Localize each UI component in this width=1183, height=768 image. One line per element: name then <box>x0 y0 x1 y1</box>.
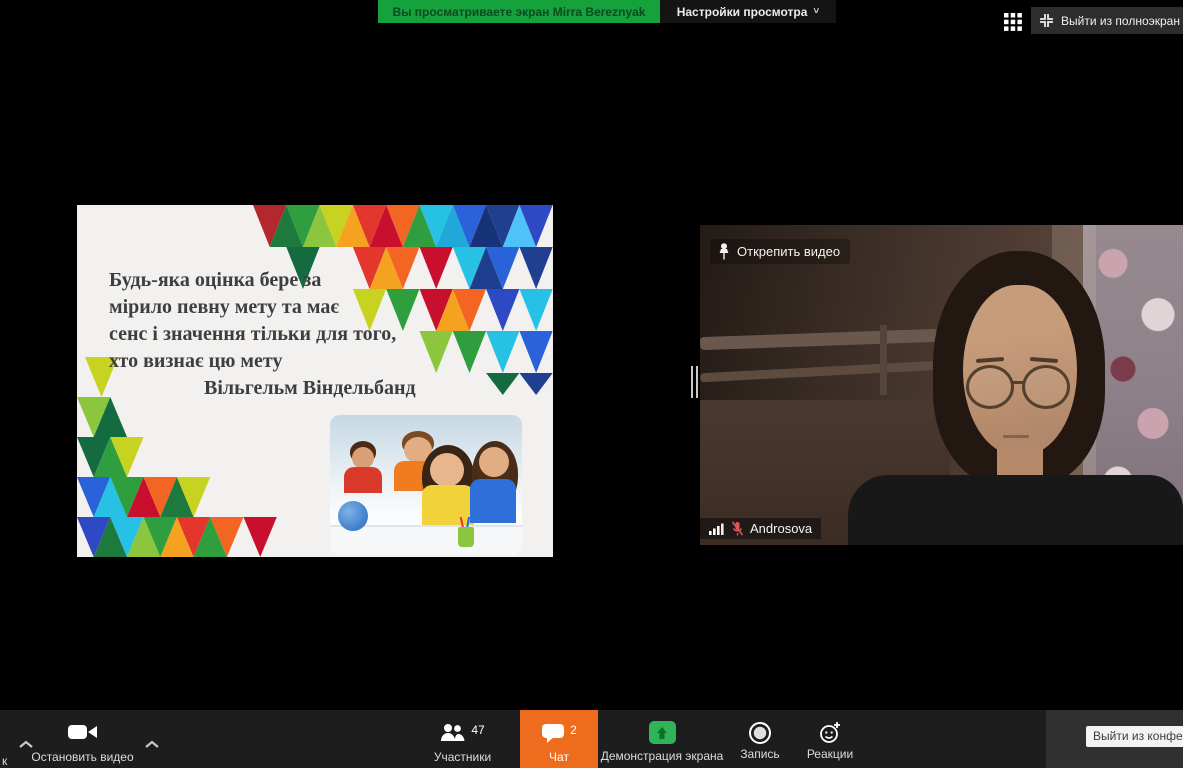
gallery-view-button[interactable] <box>1002 11 1024 33</box>
participants-count: 47 <box>471 723 484 737</box>
grid-icon <box>1004 13 1022 31</box>
quote-author: Вільгельм Віндельбанд <box>109 375 439 402</box>
quote-line: мірило певну мету та має <box>109 294 439 321</box>
panel-resize-handle[interactable] <box>691 366 698 398</box>
view-settings-button[interactable]: Настройки просмотра ˅ <box>660 0 836 23</box>
audio-button-cut-label[interactable]: к <box>2 754 7 768</box>
mouth <box>1003 435 1029 438</box>
video-camera-icon <box>68 723 98 741</box>
bed-post <box>880 325 887 395</box>
shared-screen-slide: Будь-яка оцінка бере за мірило певну мет… <box>77 205 553 557</box>
quote-line: хто визнає цю мету <box>109 348 439 375</box>
participants-label: Участники <box>434 750 491 764</box>
glasses-lens <box>1022 365 1070 409</box>
share-screen-icon <box>649 721 676 744</box>
reactions-button[interactable]: Реакции <box>795 710 865 768</box>
pin-icon <box>718 243 730 260</box>
chevron-down-icon: ˅ <box>813 6 819 17</box>
glasses-lens <box>966 365 1014 409</box>
participant-name-label: Androsova <box>700 518 821 539</box>
zoom-meeting-window: Вы просматриваете экран Mirra Bereznyak … <box>0 0 1183 768</box>
chevron-up-icon <box>144 740 160 749</box>
share-screen-label: Демонстрация экрана <box>601 749 724 763</box>
exit-fullscreen-button[interactable]: Выйти из полноэкран <box>1031 7 1183 34</box>
record-button[interactable]: Запись <box>725 710 795 768</box>
participant-name: Androsova <box>750 521 812 536</box>
chat-label: Чат <box>549 750 569 764</box>
video-options-chevron[interactable] <box>144 736 160 754</box>
slide-quote: Будь-яка оцінка бере за мірило певну мет… <box>109 267 439 402</box>
unpin-video-label: Открепить видео <box>737 244 840 259</box>
view-settings-label: Настройки просмотра <box>677 5 808 19</box>
children-photo <box>330 415 522 555</box>
bed-rail <box>700 329 938 350</box>
quote-line: Будь-яка оцінка бере за <box>109 267 439 294</box>
share-screen-button[interactable]: Демонстрация экрана <box>597 710 727 768</box>
stop-video-button[interactable]: Остановить видео <box>25 710 140 768</box>
quote-line: сенс і значення тільки для того, <box>109 321 439 348</box>
signal-bars-icon <box>709 523 725 535</box>
participant-video-tile[interactable]: Открепить видео Androsova <box>700 225 1183 545</box>
stop-video-label: Остановить видео <box>31 750 133 764</box>
chat-button[interactable]: 2 Чат <box>520 710 598 768</box>
glasses-bridge <box>1012 381 1024 384</box>
participants-icon <box>440 723 466 742</box>
participant-torso <box>848 475 1183 545</box>
meeting-toolbar: к Остановить видео <box>0 710 1183 768</box>
chat-badge: 2 <box>570 723 577 737</box>
reactions-label: Реакции <box>807 747 853 761</box>
record-label: Запись <box>740 747 779 761</box>
reactions-icon <box>819 721 842 744</box>
participants-button[interactable]: 47 Участники <box>405 710 520 768</box>
chat-icon <box>541 723 565 743</box>
mic-muted-icon <box>731 521 744 536</box>
screen-share-banner: Вы просматриваете экран Mirra Bereznyak <box>378 0 660 23</box>
bed-rail <box>700 361 942 383</box>
record-icon <box>748 721 772 745</box>
leave-meeting-button[interactable]: Выйти из конфе <box>1086 726 1183 747</box>
collapse-arrows-icon <box>1039 13 1054 28</box>
exit-fullscreen-label: Выйти из полноэкран <box>1061 14 1180 28</box>
unpin-video-button[interactable]: Открепить видео <box>710 239 850 264</box>
